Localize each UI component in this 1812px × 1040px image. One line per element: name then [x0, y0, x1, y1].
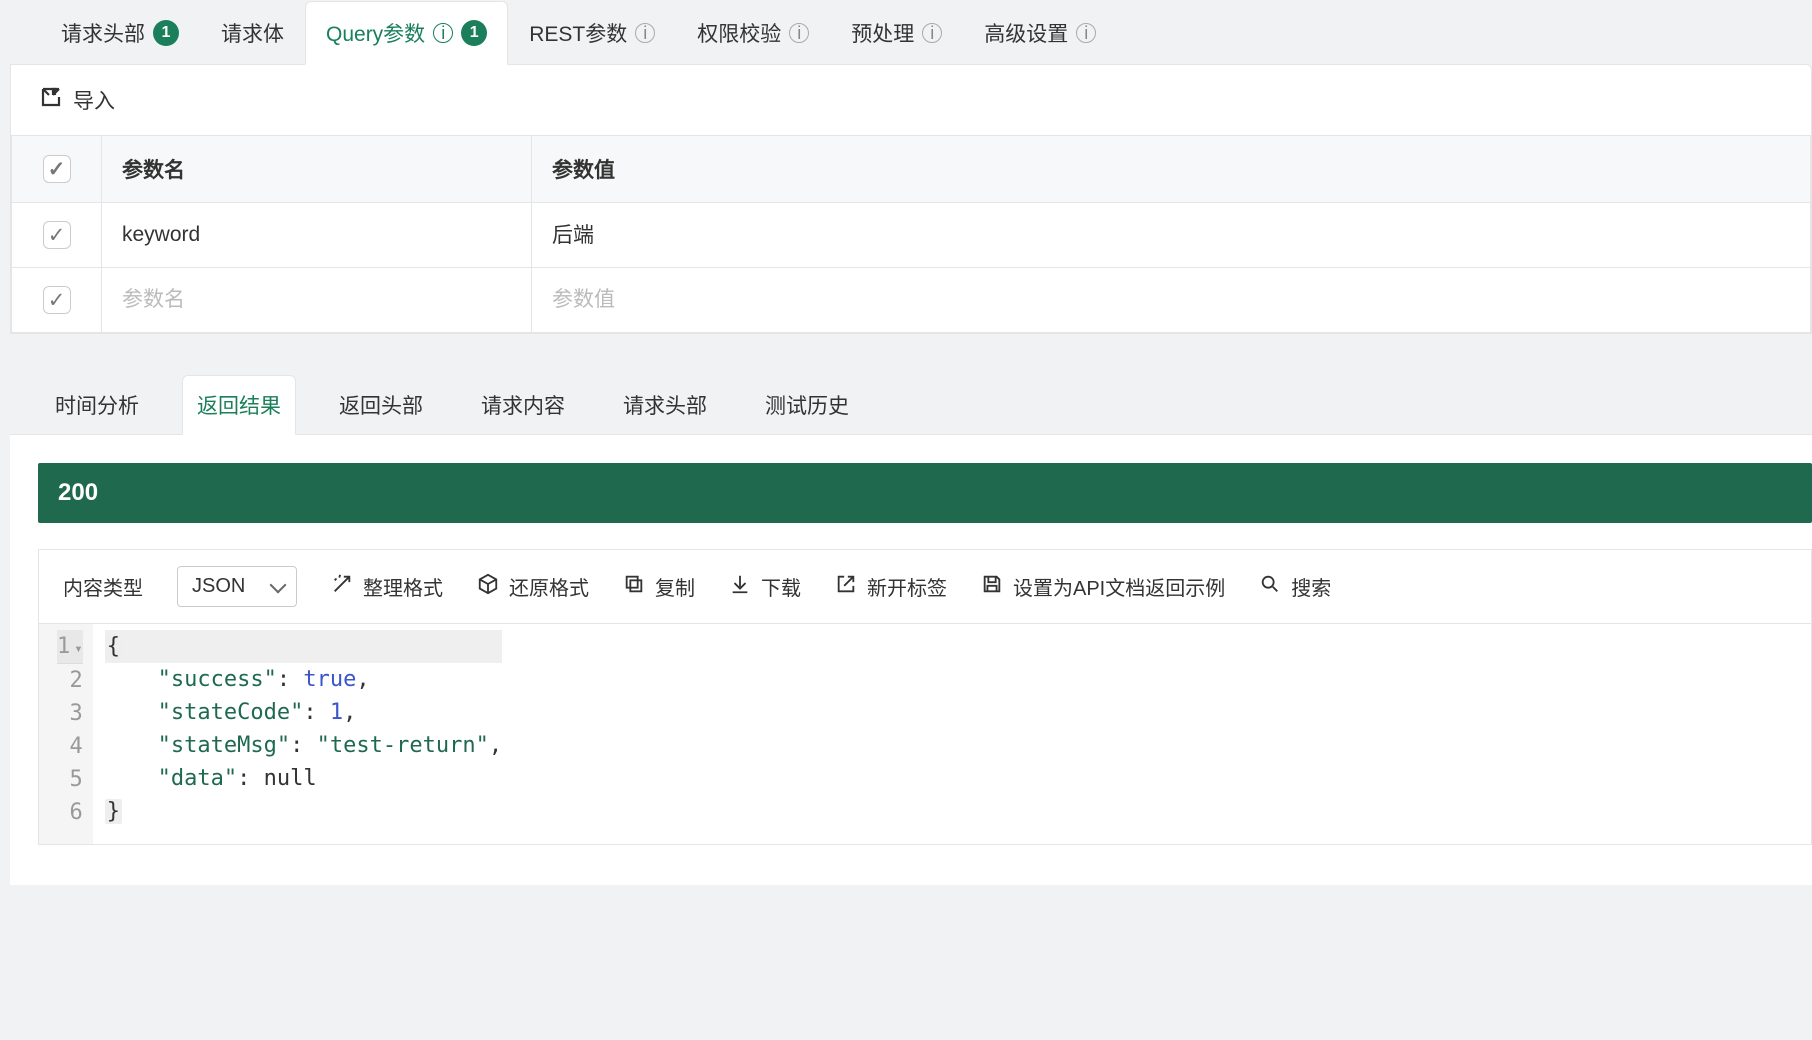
- tab-label: 权限校验: [697, 18, 781, 48]
- external-link-icon: [835, 573, 857, 601]
- badge: 1: [153, 20, 179, 46]
- info-icon: i: [635, 23, 655, 43]
- tab-preprocess[interactable]: 预处理 i: [830, 1, 963, 64]
- tab-request-content[interactable]: 请求内容: [466, 375, 580, 434]
- tab-request-headers[interactable]: 请求头部 1: [40, 1, 200, 64]
- tab-response-body[interactable]: 返回结果: [182, 375, 296, 435]
- checkbox-row[interactable]: ✓: [43, 286, 71, 314]
- info-icon: i: [1076, 23, 1096, 43]
- format-button[interactable]: 整理格式: [331, 572, 443, 601]
- tab-advanced[interactable]: 高级设置 i: [963, 1, 1117, 64]
- tab-label: Query参数: [326, 18, 425, 48]
- badge: 1: [461, 20, 487, 46]
- tab-label: 请求头部: [61, 18, 145, 48]
- param-value-input[interactable]: [552, 222, 1790, 246]
- copy-icon: [623, 573, 645, 601]
- set-example-button[interactable]: 设置为API文档返回示例: [981, 572, 1225, 601]
- param-name-input[interactable]: [122, 288, 511, 312]
- content-type-label: 内容类型: [63, 572, 143, 601]
- params-table: ✓ 参数名 参数值 ✓ ✓: [11, 135, 1811, 333]
- header-param-value: 参数值: [532, 136, 1811, 203]
- param-name-input[interactable]: [122, 223, 511, 247]
- response-toolbar: 内容类型 JSON 整理格式 还原格式 复制 下载 新开标: [39, 550, 1811, 624]
- panel-toolbar: 导入: [11, 65, 1811, 135]
- copy-button[interactable]: 复制: [623, 572, 695, 601]
- tab-auth[interactable]: 权限校验 i: [676, 1, 830, 64]
- tab-query-params[interactable]: Query参数 i 1: [305, 1, 508, 65]
- request-tabs: 请求头部 1 请求体 Query参数 i 1 REST参数 i 权限校验 i 预…: [0, 0, 1812, 64]
- download-icon: [729, 573, 751, 601]
- json-code: { "success": true, "stateCode": 1, "stat…: [93, 624, 514, 844]
- restore-button[interactable]: 还原格式: [477, 572, 589, 601]
- response-box: 内容类型 JSON 整理格式 还原格式 复制 下载 新开标: [38, 549, 1812, 845]
- checkbox-row[interactable]: ✓: [43, 221, 71, 249]
- table-row-empty: ✓: [12, 268, 1811, 333]
- import-button[interactable]: 导入: [73, 85, 115, 115]
- result-panel: 200 内容类型 JSON 整理格式 还原格式 复制 下载: [10, 434, 1812, 885]
- header-param-name: 参数名: [102, 136, 532, 203]
- import-icon: [39, 85, 63, 115]
- line-gutter: 1▾ 2 3 4 5 6: [39, 624, 93, 844]
- download-button[interactable]: 下载: [729, 572, 801, 601]
- status-code: 200: [38, 463, 1812, 523]
- info-icon: i: [789, 23, 809, 43]
- tab-label: 高级设置: [984, 18, 1068, 48]
- tab-test-history[interactable]: 测试历史: [750, 375, 864, 434]
- query-params-panel: 导入 ✓ 参数名 参数值 ✓ ✓: [10, 64, 1812, 334]
- info-icon: i: [922, 23, 942, 43]
- search-icon: [1259, 573, 1281, 601]
- tab-response-headers[interactable]: 返回头部: [324, 375, 438, 434]
- header-check: ✓: [12, 136, 102, 203]
- tab-timing[interactable]: 时间分析: [40, 375, 154, 434]
- tab-rest-params[interactable]: REST参数 i: [508, 1, 676, 64]
- fold-icon[interactable]: ▾: [74, 641, 82, 657]
- save-icon: [981, 573, 1003, 601]
- param-value-input[interactable]: [552, 288, 1790, 312]
- json-viewer[interactable]: 1▾ 2 3 4 5 6 { "success": true, "stateCo…: [39, 624, 1811, 844]
- tab-request-body[interactable]: 请求体: [200, 1, 305, 64]
- tab-label: 预处理: [851, 18, 914, 48]
- info-icon: i: [433, 23, 453, 43]
- checkbox-all[interactable]: ✓: [43, 155, 71, 183]
- tab-request-headers-sent[interactable]: 请求头部: [608, 375, 722, 434]
- result-tabs: 时间分析 返回结果 返回头部 请求内容 请求头部 测试历史: [0, 334, 1812, 434]
- wand-icon: [331, 573, 353, 601]
- search-button[interactable]: 搜索: [1259, 572, 1331, 601]
- open-tab-button[interactable]: 新开标签: [835, 572, 947, 601]
- tab-label: 请求体: [221, 18, 284, 48]
- cube-icon: [477, 573, 499, 601]
- tab-label: REST参数: [529, 18, 627, 48]
- table-row: ✓: [12, 203, 1811, 268]
- content-type-select[interactable]: JSON: [177, 566, 297, 607]
